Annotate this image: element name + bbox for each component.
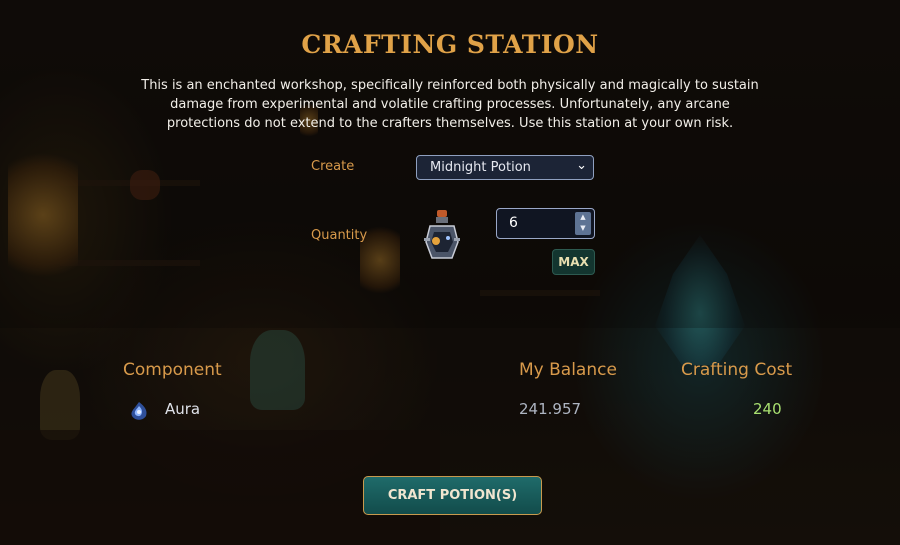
craft-potions-button[interactable]: CRAFT POTION(S): [363, 476, 542, 515]
component-balance: 241.957: [519, 400, 582, 418]
cost-header: Crafting Cost: [681, 360, 793, 380]
max-button[interactable]: MAX: [552, 249, 595, 275]
chevron-down-icon: ⌄: [576, 158, 587, 173]
potion-select[interactable]: Midnight Potion ⌄: [416, 155, 594, 180]
create-label: Create: [311, 159, 355, 174]
aura-icon: [131, 402, 147, 420]
balance-header: My Balance: [519, 360, 617, 380]
quantity-stepper[interactable]: ▲ ▼: [575, 212, 591, 235]
component-header: Component: [123, 360, 222, 380]
potion-select-value: Midnight Potion: [430, 160, 531, 175]
page-title: CRAFTING STATION: [301, 30, 599, 59]
station-description: This is an enchanted workshop, specifica…: [141, 78, 759, 131]
quantity-value: 6: [509, 215, 518, 231]
quantity-input[interactable]: 6 ▲ ▼: [496, 208, 595, 239]
increment-icon[interactable]: ▲: [575, 212, 591, 223]
component-name: Aura: [165, 400, 201, 418]
component-cost: 240: [753, 400, 782, 418]
quantity-label: Quantity: [311, 228, 368, 243]
decrement-icon[interactable]: ▼: [575, 223, 591, 234]
potion-icon: [424, 210, 460, 259]
